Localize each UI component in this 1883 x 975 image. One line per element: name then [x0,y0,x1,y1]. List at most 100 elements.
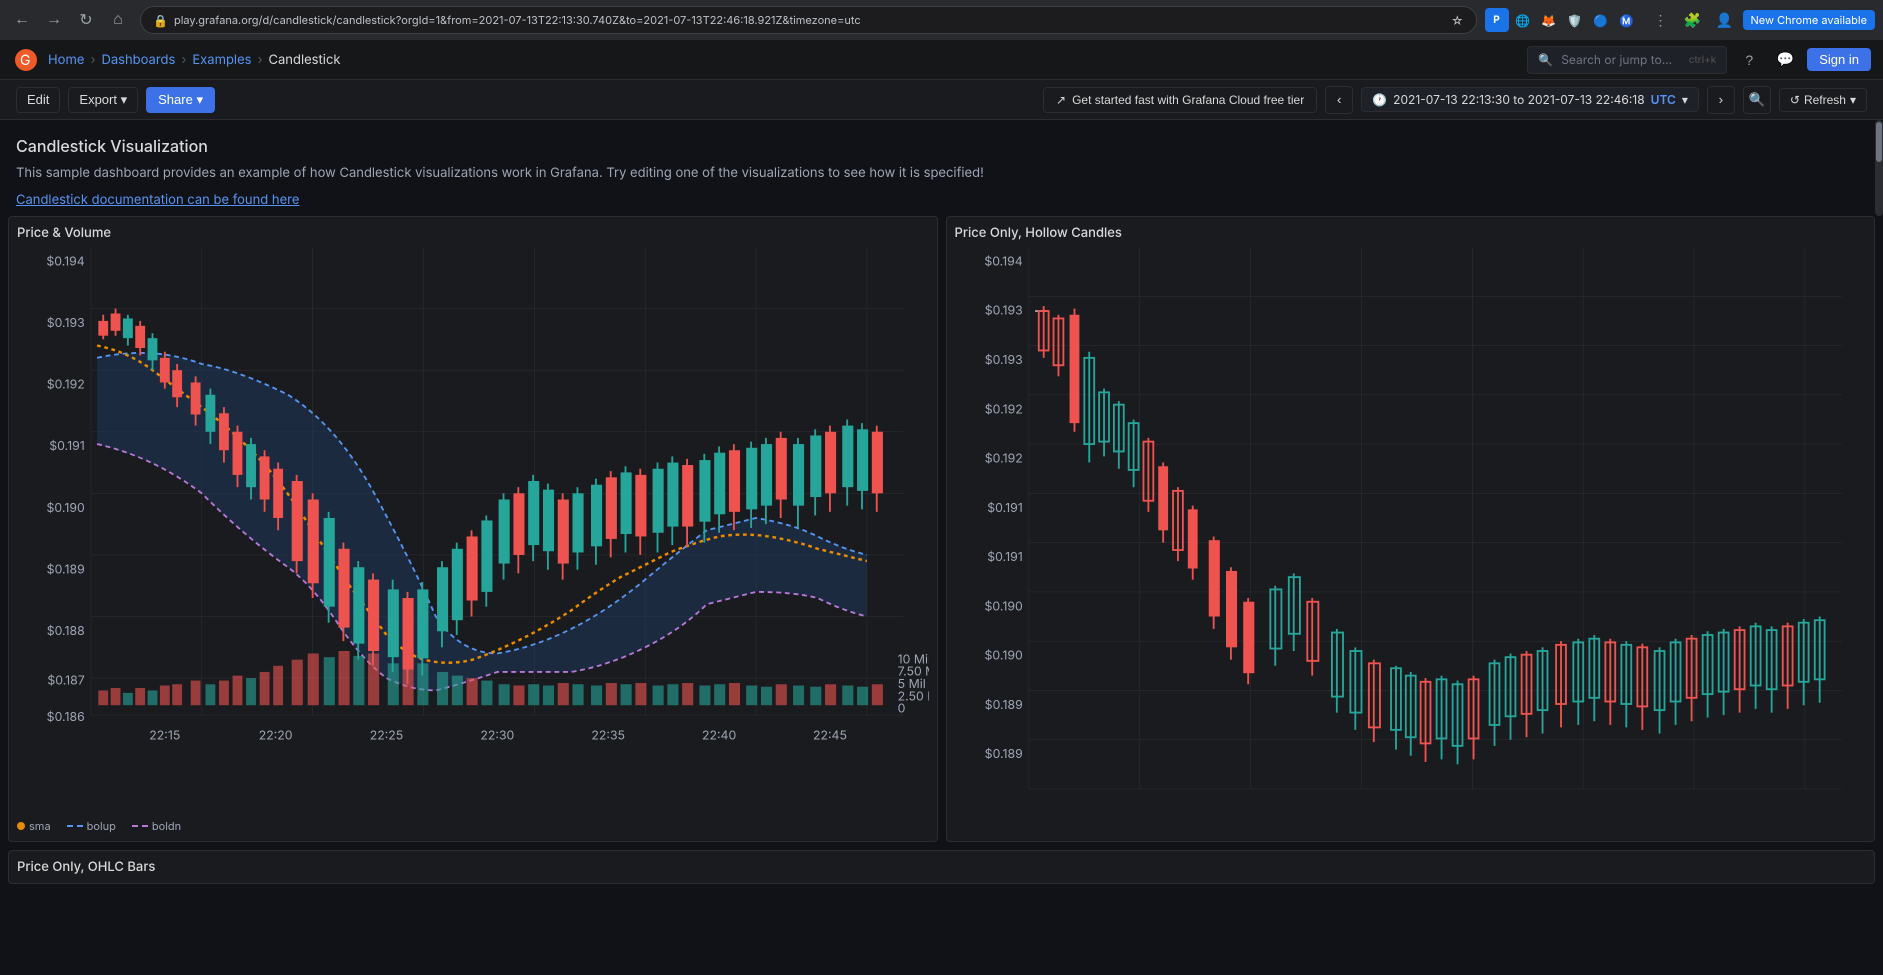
scroll-thumb[interactable] [1876,122,1882,162]
panel-price-hollow: Price Only, Hollow Candles [946,216,1876,843]
clock-icon: 🕐 [1372,92,1387,107]
svg-text:$0.186: $0.186 [47,709,85,724]
dashboard-link[interactable]: Candlestick documentation can be found h… [16,192,299,208]
browser-extensions: P 🌐 🦊 🛡️ 🔵 Ⓜ️ [1485,8,1639,32]
time-range-text: 2021-07-13 22:13:30 to 2021-07-13 22:46:… [1393,92,1644,107]
svg-text:$0.192: $0.192 [47,376,85,391]
svg-text:$0.189: $0.189 [984,746,1022,761]
browser-nav-buttons: ← → ↻ ⌂ [8,6,132,34]
breadcrumb-sep-3: › [258,52,263,68]
breadcrumb-examples[interactable]: Examples [192,52,251,68]
ext-1-icon: 🌐 [1511,8,1535,32]
toolbar-right: ↗ Get started fast with Grafana Cloud fr… [1043,86,1867,114]
svg-text:$0.191: $0.191 [49,438,84,453]
breadcrumb-dashboards[interactable]: Dashboards [101,52,175,68]
dashboard-title: Candlestick Visualization [16,136,1867,156]
svg-text:$0.189: $0.189 [984,696,1022,711]
scroll-indicator[interactable] [1875,120,1883,216]
refresh-label: Refresh [1804,93,1846,107]
chevron-down-icon: ▾ [1682,92,1688,107]
svg-text:$0.191: $0.191 [987,549,1022,564]
bolup-color [67,825,83,827]
svg-text:$0.189: $0.189 [47,561,85,576]
ext-4-icon: 🔵 [1589,8,1613,32]
breadcrumb-home[interactable]: Home [48,52,84,68]
timezone-label: UTC [1651,92,1676,107]
nav-right: 🔍 Search or jump to... ctrl+k ? 💬 Sign i… [1527,46,1871,74]
time-forward-button[interactable]: › [1707,86,1735,114]
svg-text:$0.193: $0.193 [984,302,1022,317]
svg-text:$0.193: $0.193 [47,315,85,330]
refresh-button[interactable]: ↺ Refresh ▾ [1779,88,1867,112]
svg-text:$0.192: $0.192 [984,450,1022,465]
boldn-label: boldn [152,819,181,833]
svg-text:$0.193: $0.193 [984,352,1022,367]
export-button[interactable]: Export ▾ [68,87,138,113]
chart-price-hollow-svg: $0.194 $0.193 $0.193 $0.192 $0.192 $0.19… [955,247,1867,826]
dashboard-info: Candlestick Visualization This sample da… [0,120,1883,216]
chrome-available-badge[interactable]: New Chrome available [1743,10,1875,30]
svg-text:22:40: 22:40 [702,727,736,742]
svg-text:$0.190: $0.190 [984,647,1022,662]
lock-icon: 🔒 [153,13,168,28]
search-bar[interactable]: 🔍 Search or jump to... ctrl+k [1527,46,1727,74]
breadcrumb: Home › Dashboards › Examples › Candlesti… [48,52,341,68]
cloud-label: Get started fast with Grafana Cloud free… [1072,93,1304,107]
home-button[interactable]: ⌂ [104,6,132,34]
ext-5-icon: Ⓜ️ [1615,8,1639,32]
address-bar[interactable]: 🔒 play.grafana.org/d/candlestick/candles… [140,6,1477,34]
svg-text:$0.191: $0.191 [987,499,1022,514]
svg-text:22:25: 22:25 [370,727,404,742]
chart-price-volume-svg: $0.194 $0.193 $0.192 $0.191 $0.190 $0.18… [17,247,929,814]
speech-icon-btn[interactable]: 💬 [1771,46,1799,74]
boldn-color [132,825,148,827]
forward-button[interactable]: → [40,6,68,34]
cloud-icon: ↗ [1056,93,1066,107]
dashboard-toolbar: Edit Export ▾ Share ▾ ↗ Get started fast… [0,80,1883,120]
svg-text:$0.192: $0.192 [984,401,1022,416]
refresh-chevron-icon: ▾ [1850,93,1856,107]
panel-price-ohlc-title: Price Only, OHLC Bars [17,859,1866,875]
breadcrumb-sep-1: › [90,52,95,68]
panels-grid: Price & Volume [0,216,1883,851]
svg-text:0: 0 [898,700,906,715]
panel-price-ohlc: Price Only, OHLC Bars [8,850,1875,884]
grafana-nav: G Home › Dashboards › Examples › Candles… [0,40,1883,80]
time-back-button[interactable]: ‹ [1325,86,1353,114]
toolbar-left: Edit Export ▾ Share ▾ [16,87,215,113]
svg-text:22:45: 22:45 [813,727,847,742]
cloud-btn[interactable]: ↗ Get started fast with Grafana Cloud fr… [1043,87,1317,113]
chart-legend: sma bolup boldn [17,819,929,833]
time-range-picker[interactable]: 🕐 2021-07-13 22:13:30 to 2021-07-13 22:4… [1361,87,1699,112]
browser-actions: ⋮ 🧩 👤 New Chrome available [1647,6,1875,34]
sign-in-button[interactable]: Sign in [1807,48,1871,71]
ext-2-icon: 🦊 [1537,8,1561,32]
panel-price-volume-title: Price & Volume [17,225,929,241]
profile-icon-btn[interactable]: 👤 [1711,6,1739,34]
panel-price-hollow-title: Price Only, Hollow Candles [955,225,1867,241]
refresh-icon: ↺ [1790,93,1800,107]
reload-button[interactable]: ↻ [72,6,100,34]
chart-price-hollow: $0.194 $0.193 $0.193 $0.192 $0.192 $0.19… [955,247,1867,826]
zoom-out-button[interactable]: 🔍 [1743,86,1771,114]
panel-price-volume: Price & Volume [8,216,938,843]
extensions-icon-btn[interactable]: 🧩 [1679,6,1707,34]
settings-icon-btn[interactable]: ⋮ [1647,6,1675,34]
breadcrumb-sep-2: › [181,52,186,68]
legend-sma: sma [17,819,51,833]
svg-text:$0.194: $0.194 [984,253,1022,268]
edit-button[interactable]: Edit [16,87,60,113]
help-icon-btn[interactable]: ? [1735,46,1763,74]
sma-label: sma [29,819,51,833]
chart-price-volume: $0.194 $0.193 $0.192 $0.191 $0.190 $0.18… [17,247,929,814]
legend-bolup: bolup [67,819,116,833]
svg-text:22:20: 22:20 [259,727,293,742]
browser-bar: ← → ↻ ⌂ 🔒 play.grafana.org/d/candlestick… [0,0,1883,40]
svg-text:22:30: 22:30 [480,727,514,742]
back-button[interactable]: ← [8,6,36,34]
breadcrumb-current: Candlestick [269,52,341,68]
search-placeholder: Search or jump to... [1561,52,1672,67]
ext-p-icon: P [1485,8,1509,32]
legend-boldn: boldn [132,819,181,833]
share-button[interactable]: Share ▾ [146,87,215,113]
